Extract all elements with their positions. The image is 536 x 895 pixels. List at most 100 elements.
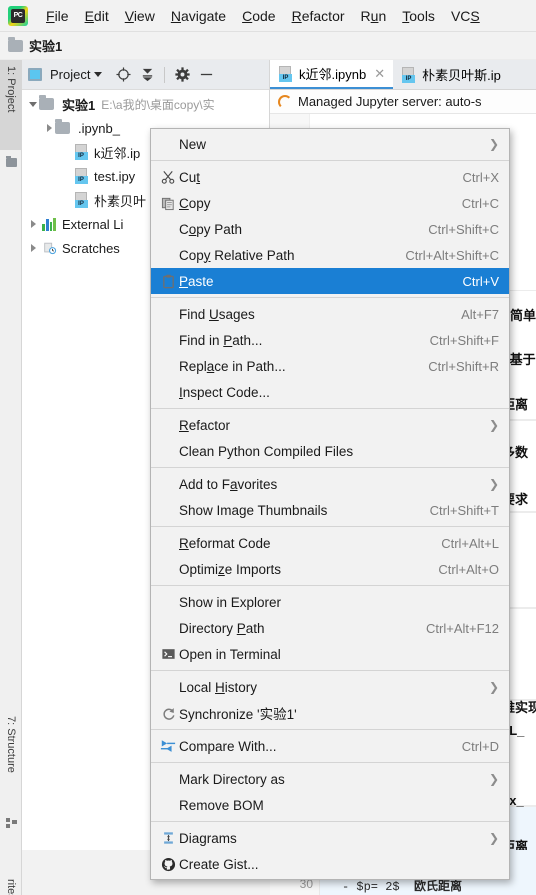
chevron-down-icon[interactable]: [94, 72, 103, 77]
menu-item-icon: [157, 647, 179, 661]
project-window-icon: [28, 68, 42, 81]
menu-separator: [151, 821, 509, 822]
menu-item-clean-python-compiled-files[interactable]: Clean Python Compiled Files: [151, 438, 509, 464]
folder-icon: [8, 36, 23, 52]
menu-item-open-in-terminal[interactable]: Open in Terminal: [151, 641, 509, 667]
chevron-down-icon[interactable]: [26, 97, 40, 111]
menu-item-optimize-imports[interactable]: Optimize Imports Ctrl+Alt+O: [151, 556, 509, 582]
context-menu: New ❯ Cut Ctrl+X Copy Ctrl+C Copy Path Ctrl+Shi…: [150, 128, 510, 880]
tool-tab-label-structure: 7: Structure: [5, 716, 17, 773]
menu-view[interactable]: View: [117, 4, 163, 28]
menu-item-shortcut: Ctrl+Alt+L: [441, 535, 499, 551]
menu-item-inspect-code[interactable]: Inspect Code...: [151, 379, 509, 405]
tree-node-label: 朴素贝叶: [94, 193, 147, 209]
chevron-right-icon[interactable]: [42, 121, 56, 135]
collapse-all-icon[interactable]: [136, 64, 158, 86]
menu-separator: [151, 585, 509, 586]
menu-item-label: Mark Directory as: [179, 771, 285, 787]
menu-item-label: Replace in Path...: [179, 358, 286, 374]
close-icon[interactable]: ✕: [374, 66, 385, 82]
menu-item-copy-relative-path[interactable]: Copy Relative Path Ctrl+Alt+Shift+C: [151, 242, 509, 268]
menu-item-label: Copy Path: [179, 221, 243, 237]
ipynb-icon: IP: [401, 66, 416, 83]
menu-item-reformat-code[interactable]: Reformat Code Ctrl+Alt+L: [151, 530, 509, 556]
menu-run[interactable]: Run: [353, 4, 395, 28]
menu-item-label: Show in Explorer: [179, 594, 282, 610]
menu-item-mark-directory-as[interactable]: Mark Directory as ❯: [151, 766, 509, 792]
menu-item-add-to-favorites[interactable]: Add to Favorites ❯: [151, 471, 509, 497]
menu-edit[interactable]: Edit: [77, 4, 117, 28]
menu-item-shortcut: Ctrl+Alt+F12: [426, 620, 499, 636]
menu-item-paste[interactable]: Paste Ctrl+V: [151, 268, 509, 294]
tree-node-label: .ipynb_: [78, 120, 120, 136]
menu-item-new[interactable]: New ❯: [151, 131, 509, 157]
menu-item-label: Directory Path: [179, 620, 265, 636]
menu-item-shortcut: Ctrl+V: [462, 273, 499, 289]
menu-item-diagrams[interactable]: Diagrams ❯: [151, 825, 509, 851]
tool-tab-label-favorites: rites: [5, 879, 17, 895]
menu-item-shortcut: Ctrl+X: [462, 169, 499, 185]
menu-item-label: Compare With...: [179, 738, 277, 754]
menu-item-replace-in-path[interactable]: Replace in Path... Ctrl+Shift+R: [151, 353, 509, 379]
menu-item-refactor[interactable]: Refactor ❯: [151, 412, 509, 438]
project-panel-title[interactable]: Project: [50, 67, 90, 82]
left-tool-strip: 1: Project 7: Structure rites: [0, 60, 22, 895]
ipynb-icon: IP: [278, 65, 293, 82]
locate-file-icon[interactable]: [112, 64, 134, 86]
chevron-right-icon[interactable]: [26, 241, 40, 255]
menu-item-label: Find in Path...: [179, 332, 263, 348]
menu-item-find-in-path[interactable]: Find in Path... Ctrl+Shift+F: [151, 327, 509, 353]
menu-item-label: Remove BOM: [179, 797, 264, 813]
tree-node[interactable]: 实验1 E:\a我的\桌面copy\实: [22, 92, 269, 116]
menu-item-copy-path[interactable]: Copy Path Ctrl+Shift+C: [151, 216, 509, 242]
menu-file[interactable]: File: [38, 4, 77, 28]
sidebar-item-project[interactable]: 1: Project: [0, 60, 22, 150]
gear-icon[interactable]: [171, 64, 193, 86]
menu-item-shortcut: Alt+F7: [461, 306, 499, 322]
menu-vcs[interactable]: VCS: [443, 4, 488, 28]
menu-item-shortcut: Ctrl+Shift+F: [429, 332, 499, 348]
menu-item-icon: [157, 196, 179, 211]
tab-pusubeiyesi-ipynb[interactable]: IP 朴素贝叶斯.ip: [393, 60, 509, 89]
menu-item-compare-with[interactable]: Compare With... Ctrl+D: [151, 733, 509, 759]
tab-k-jinlin-ipynb[interactable]: IP k近邻.ipynb ✕: [270, 60, 394, 89]
tree-node-label: External Li: [62, 216, 124, 232]
menu-item-directory-path[interactable]: Directory Path Ctrl+Alt+F12: [151, 615, 509, 641]
menu-item-find-usages[interactable]: Find Usages Alt+F7: [151, 301, 509, 327]
menu-item-shortcut: Ctrl+Alt+O: [438, 561, 499, 577]
menu-item-remove-bom[interactable]: Remove BOM: [151, 792, 509, 818]
hide-panel-icon[interactable]: [195, 64, 217, 86]
menu-item-show-in-explorer[interactable]: Show in Explorer: [151, 589, 509, 615]
menu-item-local-history[interactable]: Local History ❯: [151, 674, 509, 700]
menu-separator: [151, 297, 509, 298]
structure-icon: [0, 812, 22, 834]
menu-item-shortcut: Ctrl+Shift+T: [429, 502, 499, 518]
menu-item-synchronize-1[interactable]: Synchronize '实验1': [151, 700, 509, 726]
scratches-icon: [42, 241, 57, 255]
menu-refactor[interactable]: Refactor: [284, 4, 353, 28]
menu-item-label: Paste: [179, 273, 214, 289]
sidebar-item-structure[interactable]: 7: Structure: [0, 710, 22, 810]
chevron-right-icon[interactable]: [26, 217, 40, 231]
tree-node-label: test.ipy: [94, 168, 136, 184]
menu-navigate[interactable]: Navigate: [163, 4, 234, 28]
menu-item-create-gist[interactable]: Create Gist...: [151, 851, 509, 877]
menu-tools[interactable]: Tools: [394, 4, 443, 28]
ipynb-icon: IP: [74, 192, 89, 208]
pycharm-logo-text: PC: [11, 8, 25, 23]
sidebar-item-favorites[interactable]: rites: [0, 875, 22, 895]
copy-icon: [161, 197, 174, 210]
menu-code[interactable]: Code: [234, 4, 283, 28]
menu-item-copy[interactable]: Copy Ctrl+C: [151, 190, 509, 216]
breadcrumb-project-name[interactable]: 实验1: [29, 36, 62, 55]
menu-item-icon: [157, 739, 179, 753]
chevron-right-icon: ❯: [488, 477, 499, 491]
project-tab-folder-icon: [0, 150, 22, 174]
menu-separator: [151, 729, 509, 730]
jupyter-server-bar[interactable]: Managed Jupyter server: auto-s: [270, 90, 536, 114]
menu-item-label: Clean Python Compiled Files: [179, 443, 354, 459]
menu-item-show-image-thumbnails[interactable]: Show Image Thumbnails Ctrl+Shift+T: [151, 497, 509, 523]
folder-icon: [54, 119, 70, 134]
main-menu-bar: PC File Edit View Navigate Code Refactor Run To…: [0, 0, 536, 32]
menu-item-cut[interactable]: Cut Ctrl+X: [151, 164, 509, 190]
